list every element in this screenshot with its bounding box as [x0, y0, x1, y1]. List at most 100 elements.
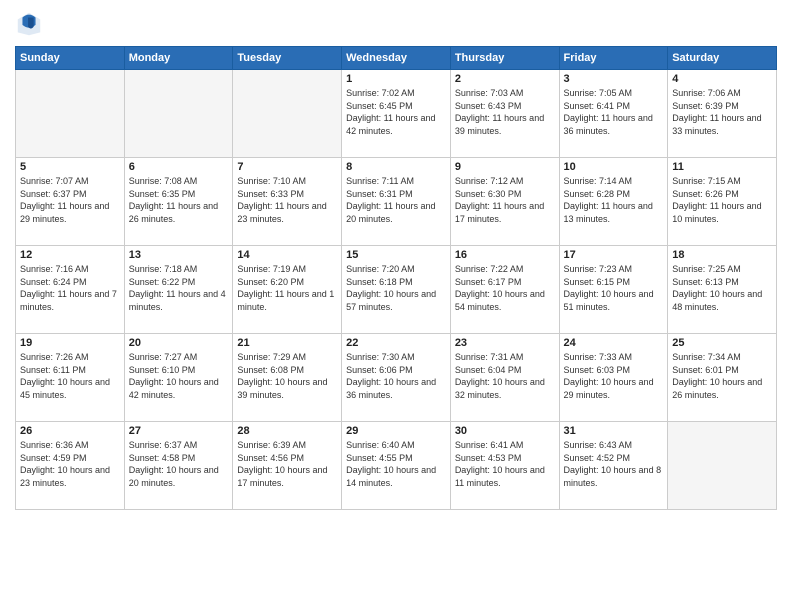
- calendar-cell: 22 Sunrise: 7:30 AMSunset: 6:06 PMDayligh…: [342, 334, 451, 422]
- day-info: Sunrise: 6:40 AMSunset: 4:55 PMDaylight:…: [346, 439, 446, 489]
- weekday-header-wednesday: Wednesday: [342, 47, 451, 70]
- day-number: 26: [20, 425, 120, 437]
- day-number: 21: [237, 337, 337, 349]
- calendar-cell: 4 Sunrise: 7:06 AMSunset: 6:39 PMDaylight…: [668, 70, 777, 158]
- day-number: 20: [129, 337, 229, 349]
- weekday-header-row: SundayMondayTuesdayWednesdayThursdayFrid…: [16, 47, 777, 70]
- calendar-cell: 25 Sunrise: 7:34 AMSunset: 6:01 PMDayligh…: [668, 334, 777, 422]
- day-number: 28: [237, 425, 337, 437]
- calendar-cell: 14 Sunrise: 7:19 AMSunset: 6:20 PMDayligh…: [233, 246, 342, 334]
- day-number: 2: [455, 73, 555, 85]
- calendar-cell: 24 Sunrise: 7:33 AMSunset: 6:03 PMDayligh…: [559, 334, 668, 422]
- day-info: Sunrise: 7:06 AMSunset: 6:39 PMDaylight:…: [672, 87, 772, 137]
- calendar-cell: 7 Sunrise: 7:10 AMSunset: 6:33 PMDaylight…: [233, 158, 342, 246]
- day-info: Sunrise: 7:10 AMSunset: 6:33 PMDaylight:…: [237, 175, 337, 225]
- weekday-header-monday: Monday: [124, 47, 233, 70]
- calendar-cell: 9 Sunrise: 7:12 AMSunset: 6:30 PMDaylight…: [450, 158, 559, 246]
- day-number: 17: [564, 249, 664, 261]
- day-info: Sunrise: 6:43 AMSunset: 4:52 PMDaylight:…: [564, 439, 664, 489]
- day-number: 4: [672, 73, 772, 85]
- logo-icon: [15, 10, 43, 38]
- day-info: Sunrise: 7:08 AMSunset: 6:35 PMDaylight:…: [129, 175, 229, 225]
- day-info: Sunrise: 7:33 AMSunset: 6:03 PMDaylight:…: [564, 351, 664, 401]
- calendar-cell: 31 Sunrise: 6:43 AMSunset: 4:52 PMDayligh…: [559, 422, 668, 510]
- calendar-cell: [16, 70, 125, 158]
- day-info: Sunrise: 7:07 AMSunset: 6:37 PMDaylight:…: [20, 175, 120, 225]
- calendar-cell: 8 Sunrise: 7:11 AMSunset: 6:31 PMDaylight…: [342, 158, 451, 246]
- calendar-cell: [668, 422, 777, 510]
- day-number: 16: [455, 249, 555, 261]
- day-number: 3: [564, 73, 664, 85]
- day-info: Sunrise: 6:36 AMSunset: 4:59 PMDaylight:…: [20, 439, 120, 489]
- week-row-2: 5Sunrise: 7:07 AMSunset: 6:37 PMDaylight…: [16, 158, 777, 246]
- calendar-cell: 27Sunrise: 6:37 AMSunset: 4:58 PMDayligh…: [124, 422, 233, 510]
- calendar-cell: 10 Sunrise: 7:14 AMSunset: 6:28 PMDayligh…: [559, 158, 668, 246]
- day-info: Sunrise: 7:26 AMSunset: 6:11 PMDaylight:…: [20, 351, 120, 401]
- day-info: Sunrise: 7:34 AMSunset: 6:01 PMDaylight:…: [672, 351, 772, 401]
- day-number: 10: [564, 161, 664, 173]
- day-info: Sunrise: 6:39 AMSunset: 4:56 PMDaylight:…: [237, 439, 337, 489]
- calendar-cell: 12Sunrise: 7:16 AMSunset: 6:24 PMDayligh…: [16, 246, 125, 334]
- day-info: Sunrise: 7:30 AMSunset: 6:06 PMDaylight:…: [346, 351, 446, 401]
- day-info: Sunrise: 7:16 AMSunset: 6:24 PMDaylight:…: [20, 263, 120, 313]
- header: [15, 10, 777, 38]
- day-info: Sunrise: 7:03 AMSunset: 6:43 PMDaylight:…: [455, 87, 555, 137]
- day-info: Sunrise: 6:37 AMSunset: 4:58 PMDaylight:…: [129, 439, 229, 489]
- calendar-cell: 3 Sunrise: 7:05 AMSunset: 6:41 PMDaylight…: [559, 70, 668, 158]
- day-number: 8: [346, 161, 446, 173]
- calendar-cell: 13Sunrise: 7:18 AMSunset: 6:22 PMDayligh…: [124, 246, 233, 334]
- calendar-cell: 26 Sunrise: 6:36 AMSunset: 4:59 PMDayligh…: [16, 422, 125, 510]
- day-info: Sunrise: 7:20 AMSunset: 6:18 PMDaylight:…: [346, 263, 446, 313]
- week-row-4: 19 Sunrise: 7:26 AMSunset: 6:11 PMDayligh…: [16, 334, 777, 422]
- calendar-cell: 23Sunrise: 7:31 AMSunset: 6:04 PMDayligh…: [450, 334, 559, 422]
- day-info: Sunrise: 7:27 AMSunset: 6:10 PMDaylight:…: [129, 351, 229, 401]
- calendar-cell: 11 Sunrise: 7:15 AMSunset: 6:26 PMDayligh…: [668, 158, 777, 246]
- calendar-cell: 30 Sunrise: 6:41 AMSunset: 4:53 PMDayligh…: [450, 422, 559, 510]
- day-info: Sunrise: 7:11 AMSunset: 6:31 PMDaylight:…: [346, 175, 446, 225]
- calendar-cell: [124, 70, 233, 158]
- day-info: Sunrise: 7:31 AMSunset: 6:04 PMDaylight:…: [455, 351, 555, 401]
- calendar-cell: 17 Sunrise: 7:23 AMSunset: 6:15 PMDayligh…: [559, 246, 668, 334]
- day-number: 29: [346, 425, 446, 437]
- day-number: 13: [129, 249, 229, 261]
- calendar-cell: 29 Sunrise: 6:40 AMSunset: 4:55 PMDayligh…: [342, 422, 451, 510]
- day-number: 15: [346, 249, 446, 261]
- day-info: Sunrise: 7:12 AMSunset: 6:30 PMDaylight:…: [455, 175, 555, 225]
- calendar-cell: 1Sunrise: 7:02 AMSunset: 6:45 PMDaylight…: [342, 70, 451, 158]
- day-info: Sunrise: 7:25 AMSunset: 6:13 PMDaylight:…: [672, 263, 772, 313]
- day-number: 11: [672, 161, 772, 173]
- week-row-1: 1Sunrise: 7:02 AMSunset: 6:45 PMDaylight…: [16, 70, 777, 158]
- week-row-5: 26 Sunrise: 6:36 AMSunset: 4:59 PMDayligh…: [16, 422, 777, 510]
- calendar-cell: 2 Sunrise: 7:03 AMSunset: 6:43 PMDaylight…: [450, 70, 559, 158]
- logo: [15, 10, 47, 38]
- day-info: Sunrise: 7:05 AMSunset: 6:41 PMDaylight:…: [564, 87, 664, 137]
- weekday-header-thursday: Thursday: [450, 47, 559, 70]
- day-number: 30: [455, 425, 555, 437]
- calendar-cell: 20 Sunrise: 7:27 AMSunset: 6:10 PMDayligh…: [124, 334, 233, 422]
- day-number: 22: [346, 337, 446, 349]
- calendar-cell: 16Sunrise: 7:22 AMSunset: 6:17 PMDayligh…: [450, 246, 559, 334]
- day-number: 25: [672, 337, 772, 349]
- day-info: Sunrise: 7:19 AMSunset: 6:20 PMDaylight:…: [237, 263, 337, 313]
- day-info: Sunrise: 7:29 AMSunset: 6:08 PMDaylight:…: [237, 351, 337, 401]
- day-info: Sunrise: 6:41 AMSunset: 4:53 PMDaylight:…: [455, 439, 555, 489]
- day-info: Sunrise: 7:23 AMSunset: 6:15 PMDaylight:…: [564, 263, 664, 313]
- day-info: Sunrise: 7:02 AMSunset: 6:45 PMDaylight:…: [346, 87, 446, 137]
- calendar-cell: [233, 70, 342, 158]
- day-number: 19: [20, 337, 120, 349]
- day-info: Sunrise: 7:14 AMSunset: 6:28 PMDaylight:…: [564, 175, 664, 225]
- day-number: 7: [237, 161, 337, 173]
- weekday-header-friday: Friday: [559, 47, 668, 70]
- day-info: Sunrise: 7:15 AMSunset: 6:26 PMDaylight:…: [672, 175, 772, 225]
- calendar-cell: 6 Sunrise: 7:08 AMSunset: 6:35 PMDaylight…: [124, 158, 233, 246]
- day-number: 24: [564, 337, 664, 349]
- day-number: 6: [129, 161, 229, 173]
- calendar-table: SundayMondayTuesdayWednesdayThursdayFrid…: [15, 46, 777, 510]
- calendar-cell: 21 Sunrise: 7:29 AMSunset: 6:08 PMDayligh…: [233, 334, 342, 422]
- calendar-cell: 28 Sunrise: 6:39 AMSunset: 4:56 PMDayligh…: [233, 422, 342, 510]
- day-number: 31: [564, 425, 664, 437]
- day-number: 9: [455, 161, 555, 173]
- weekday-header-sunday: Sunday: [16, 47, 125, 70]
- weekday-header-tuesday: Tuesday: [233, 47, 342, 70]
- day-number: 14: [237, 249, 337, 261]
